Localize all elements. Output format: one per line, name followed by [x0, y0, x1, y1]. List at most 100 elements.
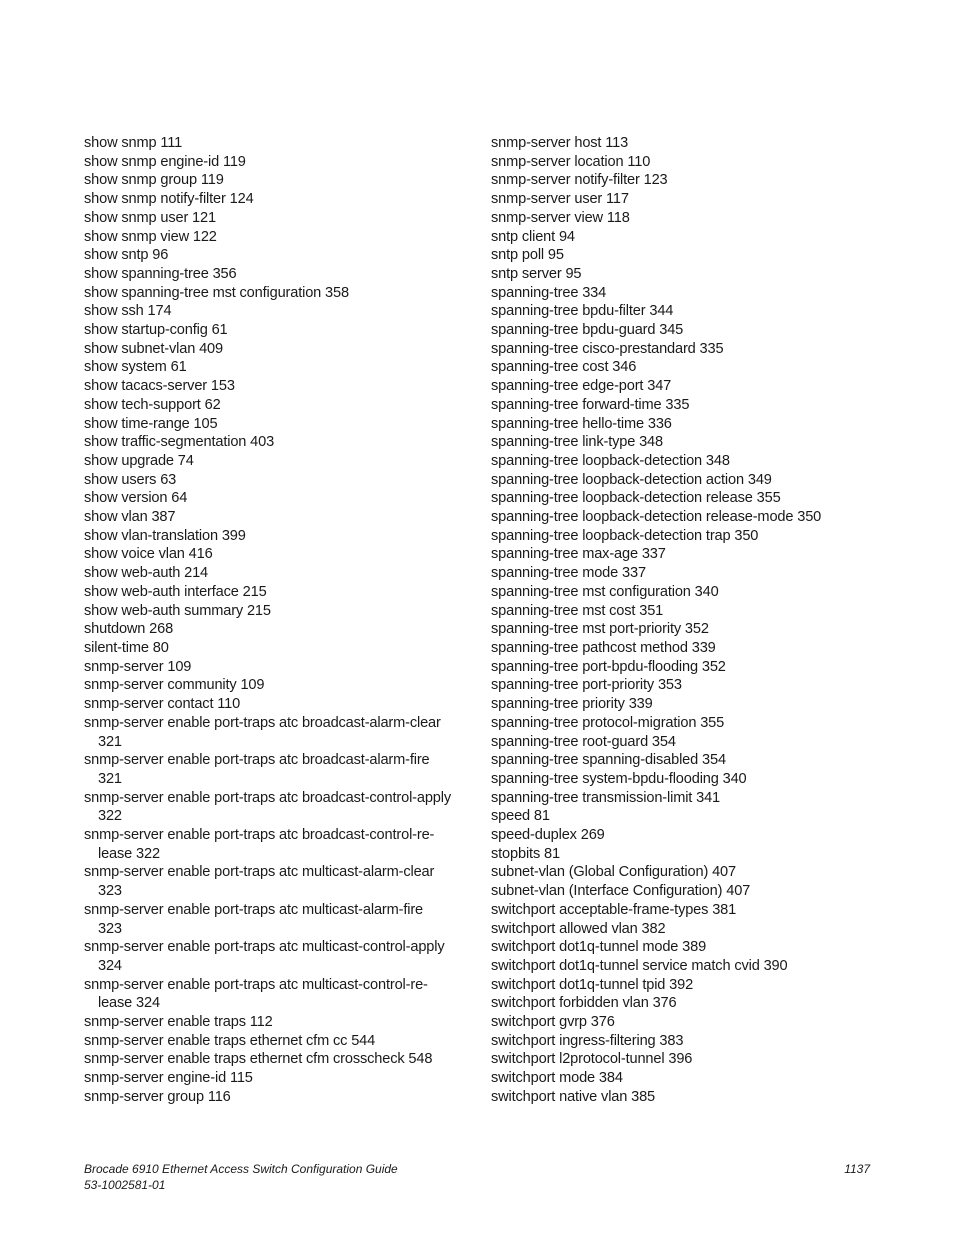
index-column-right: snmp-server host 113 snmp-server location…: [491, 134, 871, 1107]
index-entry: snmp-server enable port-traps atc multic…: [84, 864, 435, 900]
index-entry: silent-time 80: [84, 639, 169, 656]
index-entry: spanning-tree loopback-detection release…: [491, 509, 822, 526]
index-entry: snmp-server enable port-traps atc multic…: [84, 976, 428, 1012]
index-entry: show snmp engine-id 119: [84, 153, 246, 170]
index-entry: switchport ingress-filtering 383: [491, 1032, 684, 1049]
index-entry: spanning-tree edge-port 347: [491, 378, 672, 395]
index-entry: show tech-support 62: [84, 396, 221, 413]
index-entry: subnet-vlan (Interface Configuration) 40…: [491, 883, 751, 900]
index-entry: spanning-tree loopback-detection release…: [491, 490, 781, 507]
index-entry: snmp-server enable port-traps atc broadc…: [84, 714, 441, 750]
index-entry: snmp-server enable port-traps atc multic…: [84, 901, 424, 937]
index-entry: snmp-server user 117: [491, 191, 629, 208]
index-entry: snmp-server enable port-traps atc multic…: [84, 939, 445, 974]
index-entry: snmp-server notify-filter 123: [491, 172, 668, 189]
index-entry: show vlan 387: [84, 509, 176, 526]
index-entry: switchport native vlan 385: [491, 1088, 656, 1105]
page-footer: Brocade 6910 Ethernet Access Switch Conf…: [84, 1161, 870, 1193]
index-entry: snmp-server enable traps 112: [84, 1014, 273, 1031]
index-entry: shutdown 268: [84, 621, 174, 638]
index-entry: show spanning-tree 356: [84, 265, 237, 282]
index-entry: snmp-server group 116: [84, 1088, 231, 1105]
index-entry: snmp-server enable port-traps atc broadc…: [84, 827, 435, 862]
index-entry: spanning-tree forward-time 335: [491, 396, 690, 413]
footer-doc-number: 53-1002581-01: [84, 1178, 166, 1192]
index-entry: spanning-tree mst port-priority 352: [491, 621, 709, 638]
index-entry: show snmp notify-filter 124: [84, 191, 254, 208]
index-entry: switchport dot1q-tunnel service match cv…: [491, 957, 788, 974]
index-entry: spanning-tree pathcost method 339: [491, 639, 716, 656]
index-entry: snmp-server host 113: [491, 135, 629, 151]
index-entry: spanning-tree system-bpdu-flooding 340: [491, 770, 747, 787]
index-entry: show web-auth 214: [84, 565, 209, 582]
index-entry: snmp-server engine-id 115: [84, 1070, 253, 1087]
index-entry: snmp-server contact 110: [84, 696, 241, 713]
index-entry: snmp-server community 109: [84, 677, 265, 694]
index-entry: spanning-tree priority 339: [491, 696, 653, 713]
index-entry: snmp-server enable port-traps atc broadc…: [84, 789, 452, 825]
index-entry: snmp-server enable port-traps atc broadc…: [84, 752, 430, 787]
index-column-left: show snmp 111 show snmp engine-id 119 show…: [84, 134, 479, 1107]
index-entry: spanning-tree mst configuration 340: [491, 583, 719, 600]
index-entry: spanning-tree mode 337: [491, 565, 646, 582]
index-entry: subnet-vlan (Global Configuration) 407: [491, 864, 736, 881]
index-entry: spanning-tree loopback-detection 348: [491, 452, 730, 469]
index-entry: snmp-server enable traps ethernet cfm cc…: [84, 1032, 376, 1049]
index-entry: show snmp group 119: [84, 172, 224, 189]
index-entry: spanning-tree link-type 348: [491, 434, 663, 451]
index-entry: switchport allowed vlan 382: [491, 920, 666, 937]
index-entry: show users 63: [84, 471, 177, 488]
index-entry: sntp client 94: [491, 228, 575, 245]
index-entry: snmp-server location 110: [491, 153, 651, 170]
index-entry: spanning-tree max-age 337: [491, 546, 666, 563]
index-entry: spanning-tree spanning-disabled 354: [491, 752, 726, 769]
index-entry: spanning-tree cost 346: [491, 359, 637, 376]
index-entry: show version 64: [84, 490, 188, 507]
index-entry: spanning-tree 334: [491, 284, 607, 301]
index-entry: show tacacs-server 153: [84, 378, 235, 395]
index-entry: switchport dot1q-tunnel tpid 392: [491, 976, 694, 993]
index-entry: spanning-tree loopback-detection trap 35…: [491, 527, 759, 544]
index-entry: show voice vlan 416: [84, 546, 213, 563]
footer-guide-title: Brocade 6910 Ethernet Access Switch Conf…: [84, 1162, 398, 1176]
index-entry: show web-auth interface 215: [84, 583, 267, 600]
index-entry: show traffic-segmentation 403: [84, 434, 275, 451]
index-entry: sntp server 95: [491, 265, 582, 282]
index-entry: switchport gvrp 376: [491, 1014, 615, 1031]
index-entry: show upgrade 74: [84, 452, 194, 469]
index-entry: spanning-tree protocol-migration 355: [491, 714, 725, 731]
page-number: 1137: [844, 1162, 870, 1176]
index-entry: snmp-server view 118: [491, 209, 630, 226]
index-entry: show ssh 174: [84, 303, 172, 320]
index-entry: show snmp view 122: [84, 228, 217, 245]
index-entry: show snmp user 121: [84, 209, 216, 226]
index-entry: sntp poll 95: [491, 247, 564, 264]
index-entry: spanning-tree cisco-prestandard 335: [491, 340, 724, 357]
index-entry: snmp-server 109: [84, 658, 192, 675]
index-entry: show system 61: [84, 359, 187, 376]
index-entry: spanning-tree port-bpdu-flooding 352: [491, 658, 726, 675]
index-entry: switchport dot1q-tunnel mode 389: [491, 939, 707, 956]
index-entry: spanning-tree port-priority 353: [491, 677, 682, 694]
index-entry: speed 81: [491, 808, 550, 825]
index-entry: stopbits 81: [491, 845, 560, 862]
index-entry: spanning-tree transmission-limit 341: [491, 789, 721, 806]
index-entry: switchport acceptable-frame-types 381: [491, 901, 737, 918]
index-entry: switchport mode 384: [491, 1070, 623, 1087]
index-entry: spanning-tree bpdu-filter 344: [491, 303, 674, 320]
index-entry: show snmp 111: [84, 135, 183, 151]
index-entry: show vlan-translation 399: [84, 527, 246, 544]
index-entry: show time-range 105: [84, 415, 218, 432]
index-entry: show web-auth summary 215: [84, 602, 271, 619]
index-entry: show subnet-vlan 409: [84, 340, 223, 357]
index-entry: spanning-tree loopback-detection action …: [491, 471, 772, 488]
index-entry: snmp-server enable traps ethernet cfm cr…: [84, 1051, 433, 1068]
index-entry: show sntp 96: [84, 247, 169, 264]
index-entry: show startup-config 61: [84, 322, 228, 339]
index-entry: spanning-tree mst cost 351: [491, 602, 664, 619]
index-entry: switchport forbidden vlan 376: [491, 995, 677, 1012]
index-entry: spanning-tree hello-time 336: [491, 415, 672, 432]
index-entry: switchport l2protocol-tunnel 396: [491, 1051, 693, 1068]
index-entry: spanning-tree bpdu-guard 345: [491, 322, 684, 339]
index-entry: spanning-tree root-guard 354: [491, 733, 676, 750]
